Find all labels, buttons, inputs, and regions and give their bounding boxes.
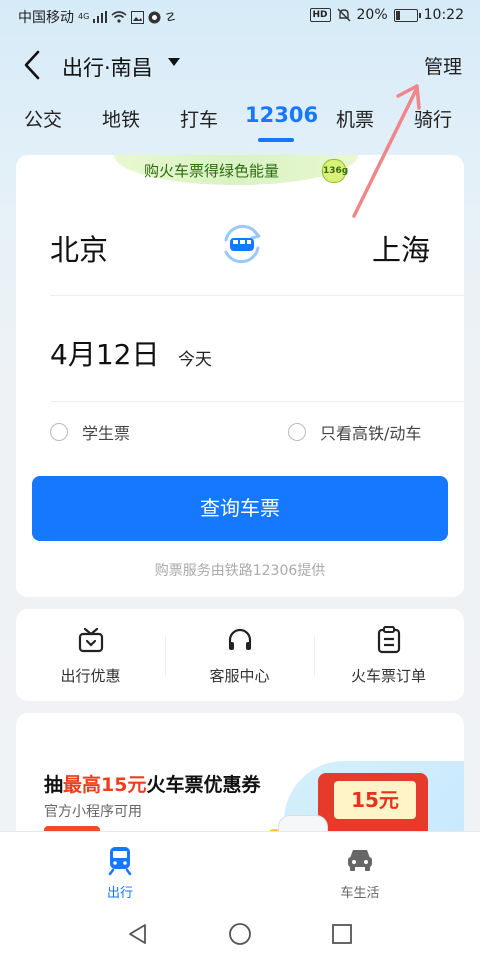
- wifi-icon: [111, 11, 127, 23]
- system-recents-icon[interactable]: [329, 921, 355, 947]
- caret-down-icon[interactable]: [168, 58, 180, 66]
- coupon-value: 15元: [334, 781, 416, 819]
- departure-city[interactable]: 北京: [50, 227, 108, 269]
- promo-title-suffix: 火车票优惠券: [146, 774, 261, 796]
- shield-icon: [148, 11, 161, 23]
- green-energy-banner[interactable]: 购火车票得绿色能量 136g: [114, 155, 358, 185]
- quick-action-service[interactable]: 客服中心: [165, 609, 314, 701]
- car-icon: [348, 850, 372, 871]
- nav-label-car-life: 车生活: [340, 886, 380, 901]
- battery-percent: 20%: [356, 7, 388, 23]
- provider-note: 购票服务由铁路12306提供: [154, 563, 326, 579]
- signal-icon: [93, 11, 108, 23]
- annotation-arrow: [352, 84, 421, 218]
- hd-badge: HD: [309, 8, 331, 22]
- student-ticket-label: 学生票: [82, 424, 131, 443]
- battery-icon: [393, 8, 421, 22]
- system-home-icon[interactable]: [227, 921, 253, 947]
- network-type-label: 4G: [78, 12, 90, 21]
- quick-action-label: 客服中心: [209, 667, 270, 685]
- nav-item-travel[interactable]: 出行: [0, 832, 240, 912]
- back-arrow-icon[interactable]: [18, 48, 48, 82]
- train-icon: [108, 847, 132, 876]
- highspeed-only-radio[interactable]: [288, 423, 306, 441]
- banner-text: 购火车票得绿色能量: [144, 162, 280, 180]
- tab-taxi[interactable]: 打车: [180, 105, 218, 132]
- highspeed-only-option[interactable]: 只看高铁/动车: [288, 420, 421, 444]
- clock: 10:22: [423, 7, 464, 23]
- highspeed-only-label: 只看高铁/动车: [320, 424, 422, 443]
- promo-title-highlight: 最高15元: [63, 774, 147, 796]
- image-icon: [131, 10, 145, 24]
- clipboard-icon: [377, 626, 401, 654]
- divider: [50, 401, 464, 402]
- swap-stations-icon[interactable]: [218, 220, 266, 268]
- tab-bus[interactable]: 公交: [24, 105, 62, 132]
- quick-actions: 出行优惠 客服中心 火车票订单: [16, 609, 464, 701]
- gift-icon: [78, 627, 104, 653]
- departure-date[interactable]: 4月12日: [50, 333, 159, 373]
- quick-action-label: 出行优惠: [60, 667, 121, 685]
- manage-button[interactable]: 管理: [424, 52, 462, 79]
- promo-title: 抽最高15元火车票优惠券: [44, 770, 260, 797]
- quick-action-label: 火车票订单: [350, 667, 426, 685]
- tab-12306[interactable]: 12306: [245, 103, 318, 127]
- divider: [50, 295, 464, 296]
- city-selector[interactable]: 出行·南昌: [62, 52, 153, 82]
- status-bar: 中国移动 4G ☡ HD 20% 10:22: [0, 0, 480, 32]
- mute-bell-icon: [337, 8, 351, 22]
- active-tab-indicator: [258, 138, 294, 142]
- quick-action-orders[interactable]: 火车票订单: [314, 609, 463, 701]
- date-hint: 今天: [178, 350, 212, 370]
- app-notification-icon: ☡: [165, 10, 177, 24]
- system-back-icon[interactable]: [125, 921, 151, 947]
- arrival-city[interactable]: 上海: [372, 227, 430, 269]
- bottom-nav: 出行 车生活: [0, 831, 480, 912]
- student-ticket-option[interactable]: 学生票: [50, 420, 130, 444]
- nav-label-travel: 出行: [106, 886, 133, 901]
- system-nav-bar: [0, 911, 480, 960]
- promo-subtitle: 官方小程序可用: [44, 804, 142, 820]
- nav-item-car-life[interactable]: 车生活: [240, 832, 480, 912]
- headset-icon: [228, 628, 252, 650]
- tab-metro[interactable]: 地铁: [102, 105, 140, 132]
- student-ticket-radio[interactable]: [50, 423, 68, 441]
- quick-action-deals[interactable]: 出行优惠: [16, 609, 165, 701]
- query-tickets-button[interactable]: 查询车票: [32, 476, 448, 541]
- promo-title-prefix: 抽: [44, 774, 64, 796]
- carrier-label: 中国移动: [18, 10, 74, 26]
